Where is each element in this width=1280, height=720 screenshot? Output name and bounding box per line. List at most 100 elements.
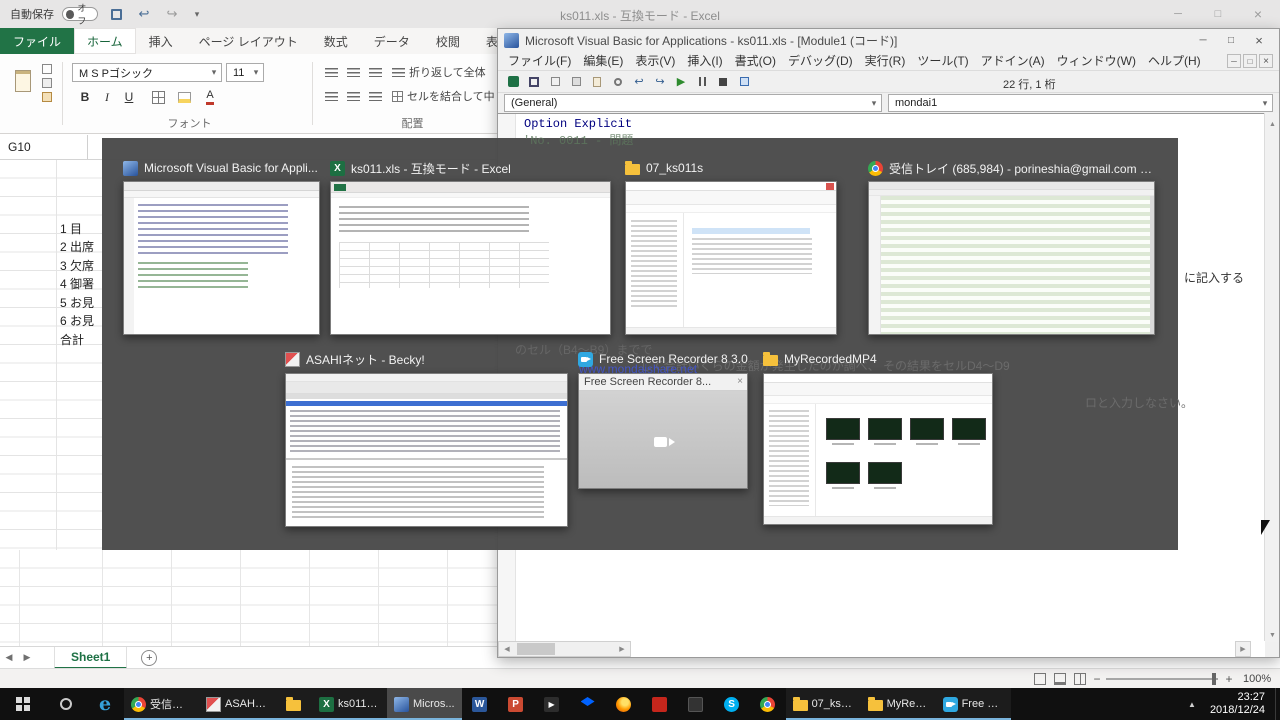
tab-formulas[interactable]: 数式 xyxy=(311,28,361,54)
excel-close-button[interactable]: × xyxy=(1238,0,1278,28)
vba-close-button[interactable]: × xyxy=(1245,29,1273,51)
align-left-button[interactable] xyxy=(322,88,340,104)
taskbar-excel[interactable]: Xks011.xl... xyxy=(312,688,387,720)
zoom-slider-track[interactable] xyxy=(1106,678,1218,680)
font-color-button[interactable]: A xyxy=(200,88,220,106)
taskbar-vba[interactable]: Micros... xyxy=(387,688,462,720)
cell[interactable]: 1 目 xyxy=(60,220,102,237)
vba-reset-button[interactable] xyxy=(714,73,732,91)
tab-file[interactable]: ファイル xyxy=(0,28,74,54)
taskbar-skype[interactable]: S xyxy=(714,688,750,720)
taskbar-media-player[interactable]: ▶ xyxy=(534,688,570,720)
taskbar-firefox[interactable] xyxy=(606,688,642,720)
vba-design-mode-button[interactable] xyxy=(735,73,753,91)
font-name-combo[interactable]: M S Pゴシック ▾ xyxy=(72,63,222,82)
view-page-break-button[interactable] xyxy=(1072,672,1088,686)
vba-cut-button[interactable] xyxy=(546,73,564,91)
zoom-in-button[interactable]: + xyxy=(1222,671,1236,687)
taskbar-word[interactable]: W xyxy=(462,688,498,720)
view-excel-button[interactable] xyxy=(504,73,522,91)
switcher-label-excel[interactable]: Xks011.xls - 互換モード - Excel xyxy=(330,160,611,176)
vba-menu-addins[interactable]: アドイン(A) xyxy=(975,51,1051,71)
vba-menu-view[interactable]: 表示(V) xyxy=(629,51,681,71)
switcher-thumb-becky[interactable] xyxy=(285,373,568,527)
align-middle-button[interactable] xyxy=(344,64,362,80)
taskbar-chrome2[interactable] xyxy=(750,688,786,720)
tray-chevron-icon[interactable]: ▲ xyxy=(1178,700,1206,709)
taskbar-edge[interactable]: e xyxy=(86,688,124,720)
view-normal-button[interactable] xyxy=(1032,672,1048,686)
zoom-level[interactable]: 100% xyxy=(1243,673,1271,685)
switcher-label-recorder[interactable]: Free Screen Recorder 8 3.0 xyxy=(578,351,768,367)
taskbar-chrome-mail[interactable]: 受信トレ... xyxy=(124,688,199,720)
excel-minimize-button[interactable]: ─ xyxy=(1158,0,1198,28)
taskbar-dark-app[interactable] xyxy=(678,688,714,720)
vba-hscrollbar[interactable]: ◀ ▶ xyxy=(498,641,631,657)
vba-copy-button[interactable] xyxy=(567,73,585,91)
sheet-next-button[interactable]: ▶ xyxy=(18,647,36,669)
fill-color-button[interactable] xyxy=(174,88,194,106)
vba-find-button[interactable] xyxy=(609,73,627,91)
scroll-up-icon[interactable]: ▲ xyxy=(1265,118,1280,132)
merge-center-button[interactable]: セルを結合して中 xyxy=(392,88,495,104)
cell[interactable]: 合計 xyxy=(60,331,102,348)
sheet-grid-left[interactable]: 1 目 2 出席 3 欠席 4 御署 5 お見 6 お見 合計 xyxy=(0,160,102,550)
module-restore-button[interactable]: □ xyxy=(1243,54,1257,68)
switcher-thumb-gmail[interactable] xyxy=(868,181,1155,335)
zoom-out-button[interactable]: − xyxy=(1090,671,1104,687)
format-painter-icon[interactable] xyxy=(42,92,52,102)
sheet-prev-button[interactable]: ◀ xyxy=(0,647,18,669)
taskbar-folder-07ks0[interactable]: 07_ks0... xyxy=(786,688,861,720)
module-minimize-button[interactable]: ─ xyxy=(1227,54,1241,68)
scroll-right-icon[interactable]: ▶ xyxy=(614,642,630,656)
switcher-thumb-myrecorded[interactable] xyxy=(763,373,993,525)
switcher-thumb-folder[interactable] xyxy=(625,181,837,335)
vba-vscrollbar[interactable]: ▲ ▼ xyxy=(1264,113,1279,642)
name-box[interactable]: G10 xyxy=(0,135,88,159)
cell[interactable]: 6 お見 xyxy=(60,312,102,329)
vba-run-button[interactable]: ▶ xyxy=(672,73,690,91)
vba-paste-button[interactable] xyxy=(588,73,606,91)
underline-button[interactable]: U xyxy=(120,88,138,106)
align-bottom-button[interactable] xyxy=(366,64,384,80)
view-page-layout-button[interactable] xyxy=(1052,672,1068,686)
taskbar-start-button[interactable] xyxy=(0,688,46,720)
scroll-left-icon[interactable]: ◀ xyxy=(499,642,515,656)
zoom-slider-thumb[interactable] xyxy=(1212,673,1216,685)
save-button[interactable] xyxy=(106,4,126,24)
vba-menu-file[interactable]: ファイル(F) xyxy=(502,51,577,71)
vba-menu-tools[interactable]: ツール(T) xyxy=(911,51,974,71)
copy-icon[interactable] xyxy=(42,78,52,88)
vba-menu-window[interactable]: ウィンドウ(W) xyxy=(1051,51,1142,71)
module-close-button[interactable]: × xyxy=(1259,54,1273,68)
vba-break-button[interactable] xyxy=(693,73,711,91)
switcher-thumb-recorder[interactable]: Free Screen Recorder 8... × xyxy=(578,373,748,489)
cell[interactable]: 4 御署 xyxy=(60,275,102,292)
undo-button[interactable]: ↩ xyxy=(134,4,154,24)
cell[interactable]: 5 お見 xyxy=(60,294,102,311)
scrollbar-thumb[interactable] xyxy=(517,643,555,655)
excel-maximize-button[interactable]: □ xyxy=(1198,0,1238,28)
align-center-button[interactable] xyxy=(344,88,362,104)
taskbar-recorder[interactable]: Free Scr... xyxy=(936,688,1011,720)
scroll-right-icon[interactable]: ▶ xyxy=(1235,641,1251,657)
redo-button[interactable]: ↪ xyxy=(162,4,182,24)
tab-review[interactable]: 校閲 xyxy=(423,28,473,54)
switcher-label-myrecorded[interactable]: MyRecordedMP4 xyxy=(763,351,993,367)
add-sheet-button[interactable]: + xyxy=(141,650,157,666)
font-size-combo[interactable]: 11 ▾ xyxy=(226,63,264,82)
taskbar-becky[interactable]: ASAHI... xyxy=(199,688,274,720)
qat-customize-button[interactable]: ▾ xyxy=(190,4,204,24)
cut-icon[interactable] xyxy=(42,64,52,74)
taskbar-explorer[interactable] xyxy=(274,688,312,720)
cell[interactable]: 2 出席 xyxy=(60,238,102,255)
taskbar-red-app[interactable] xyxy=(642,688,678,720)
vba-maximize-button[interactable]: □ xyxy=(1217,29,1245,51)
vba-menu-edit[interactable]: 編集(E) xyxy=(577,51,629,71)
vba-undo-button[interactable]: ↩ xyxy=(630,73,648,91)
vba-menu-format[interactable]: 書式(O) xyxy=(729,51,782,71)
tab-home[interactable]: ホーム xyxy=(74,28,136,54)
show-desktop-button[interactable] xyxy=(1275,688,1280,720)
vba-save-button[interactable] xyxy=(525,73,543,91)
taskbar-clock[interactable]: 23:27 2018/12/24 xyxy=(1206,691,1275,717)
